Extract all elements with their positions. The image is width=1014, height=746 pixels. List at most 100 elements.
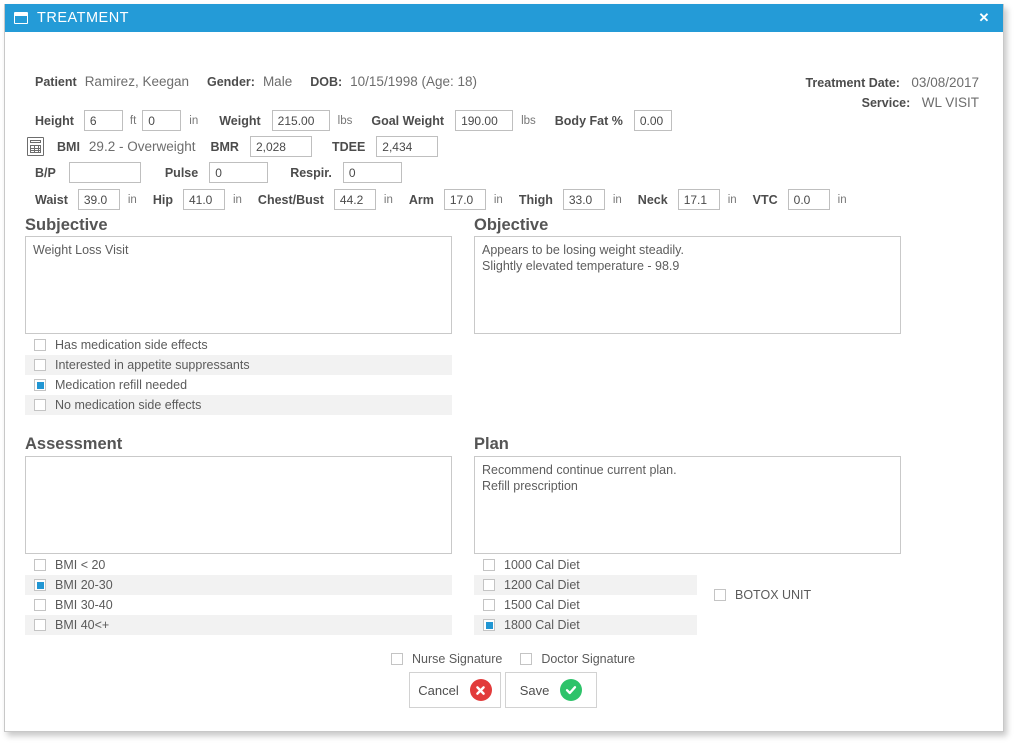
- window-title: TREATMENT: [37, 10, 130, 26]
- measurement-unit: in: [232, 193, 242, 206]
- subjective-option-checkbox[interactable]: [34, 359, 46, 371]
- pulse-label: Pulse: [164, 165, 199, 180]
- treatment-window: TREATMENT ✕ Patient Ramirez, Keegan Gend…: [4, 4, 1004, 732]
- subjective-option-row[interactable]: Medication refill needed: [25, 375, 452, 395]
- plan-option-checkbox[interactable]: [483, 599, 495, 611]
- measurement-input-vtc[interactable]: 0.0: [787, 189, 830, 210]
- measurement-input-arm[interactable]: 17.0: [443, 189, 486, 210]
- measurements-row: Waist 39.0 in Hip 41.0 in Chest/Bust 44.2 in Arm 1…: [35, 189, 847, 210]
- goal-weight-unit: lbs: [521, 114, 536, 127]
- subjective-option-checkbox[interactable]: [34, 399, 46, 411]
- plan-checkbox-list: 1000 Cal Diet 1200 Cal Diet 1500 Cal Diet 1…: [474, 555, 697, 635]
- botox-unit-checkbox[interactable]: [714, 589, 726, 601]
- nurse-signature-label: Nurse Signature: [412, 652, 503, 666]
- doctor-signature-checkbox[interactable]: [520, 653, 533, 665]
- measurement-label-thigh: Thigh: [518, 192, 553, 207]
- botox-unit-checkbox-row[interactable]: BOTOX UNIT: [710, 585, 811, 605]
- assessment-option-label: BMI 40<+: [55, 618, 110, 632]
- measurement-unit: in: [127, 193, 137, 206]
- assessment-option-checkbox[interactable]: [34, 559, 46, 571]
- height-ft-input[interactable]: 6: [83, 110, 123, 131]
- subjective-textarea[interactable]: Weight Loss Visit: [25, 236, 452, 334]
- calculator-icon[interactable]: [27, 137, 44, 156]
- subjective-option-checkbox[interactable]: [34, 379, 46, 391]
- service-value: WL VISIT: [921, 95, 979, 110]
- assessment-option-label: BMI 30-40: [55, 598, 113, 612]
- assessment-option-row[interactable]: BMI 20-30: [25, 575, 452, 595]
- plan-option-row[interactable]: 1800 Cal Diet: [474, 615, 697, 635]
- respir-input[interactable]: 0: [342, 162, 402, 183]
- measurement-input-neck[interactable]: 17.1: [677, 189, 720, 210]
- measurement-label-neck: Neck: [637, 192, 668, 207]
- plan-option-label: 1500 Cal Diet: [504, 598, 580, 612]
- window-icon: [14, 12, 28, 24]
- treatment-date-label: Treatment Date:: [805, 76, 900, 90]
- tdee-input[interactable]: 2,434: [376, 136, 439, 157]
- signature-row: Nurse Signature Doctor Signature: [391, 652, 635, 666]
- nurse-signature-item[interactable]: Nurse Signature: [391, 652, 502, 666]
- vitals-row-2: BMI 29.2 - Overweight BMR 2,028 TDEE 2,4…: [27, 136, 439, 157]
- close-icon[interactable]: ✕: [965, 4, 1003, 32]
- assessment-title: Assessment: [25, 435, 123, 453]
- action-button-row: Cancel Save: [409, 672, 597, 708]
- dob-value: 10/15/1998 (Age: 18): [350, 74, 478, 89]
- goal-weight-label: Goal Weight: [371, 113, 445, 128]
- bmr-input[interactable]: 2,028: [249, 136, 312, 157]
- respir-label: Respir.: [290, 165, 332, 180]
- assessment-option-checkbox[interactable]: [34, 599, 46, 611]
- plan-option-row[interactable]: 1500 Cal Diet: [474, 595, 697, 615]
- plan-option-row[interactable]: 1200 Cal Diet: [474, 575, 697, 595]
- vitals-row-3: B/P Pulse 0 Respir. 0: [35, 162, 402, 183]
- bmr-label: BMR: [210, 139, 239, 154]
- cancel-x-icon: [469, 679, 492, 701]
- assessment-textarea[interactable]: [25, 456, 452, 554]
- service-label: Service:: [861, 96, 911, 110]
- goal-weight-input[interactable]: 190.00: [455, 110, 514, 131]
- body-fat-input[interactable]: 0.00: [633, 110, 672, 131]
- form-content: Patient Ramirez, Keegan Gender: Male DOB…: [5, 32, 1003, 731]
- dob-label: DOB:: [310, 74, 343, 89]
- pulse-input[interactable]: 0: [209, 162, 269, 183]
- measurement-input-waist[interactable]: 39.0: [77, 189, 120, 210]
- assessment-option-row[interactable]: BMI 30-40: [25, 595, 452, 615]
- bmi-value: 29.2 - Overweight: [88, 139, 196, 154]
- objective-textarea[interactable]: Appears to be losing weight steadily. Sl…: [474, 236, 901, 334]
- patient-label: Patient: [35, 74, 77, 89]
- subjective-option-row[interactable]: Has medication side effects: [25, 335, 452, 355]
- save-check-icon: [560, 679, 583, 701]
- nurse-signature-checkbox[interactable]: [391, 653, 403, 665]
- bp-input[interactable]: [68, 162, 141, 183]
- cancel-button[interactable]: Cancel: [409, 672, 501, 708]
- doctor-signature-item[interactable]: Doctor Signature: [520, 652, 635, 666]
- subjective-option-checkbox[interactable]: [34, 339, 46, 351]
- treatment-date-value: 03/08/2017: [911, 75, 979, 90]
- plan-option-row[interactable]: 1000 Cal Diet: [474, 555, 697, 575]
- measurement-unit: in: [612, 193, 622, 206]
- doctor-signature-label: Doctor Signature: [541, 652, 636, 666]
- height-in-unit: in: [189, 114, 199, 127]
- plan-textarea[interactable]: Recommend continue current plan. Refill …: [474, 456, 901, 554]
- treatment-date-row: Treatment Date: 03/08/2017: [805, 73, 979, 93]
- assessment-option-row[interactable]: BMI < 20: [25, 555, 452, 575]
- plan-option-checkbox[interactable]: [483, 579, 495, 591]
- measurement-input-hip[interactable]: 41.0: [182, 189, 225, 210]
- plan-option-checkbox[interactable]: [483, 619, 495, 631]
- height-label: Height: [35, 113, 74, 128]
- assessment-option-label: BMI < 20: [55, 558, 106, 572]
- plan-option-checkbox[interactable]: [483, 559, 495, 571]
- assessment-option-checkbox[interactable]: [34, 579, 46, 591]
- weight-input[interactable]: 215.00: [271, 110, 330, 131]
- measurement-label-waist: Waist: [35, 192, 68, 207]
- save-button[interactable]: Save: [505, 672, 597, 708]
- subjective-option-label: Has medication side effects: [55, 338, 208, 352]
- assessment-option-checkbox[interactable]: [34, 619, 46, 631]
- weight-unit: lbs: [337, 114, 353, 127]
- subjective-option-row[interactable]: Interested in appetite suppressants: [25, 355, 452, 375]
- subjective-option-row[interactable]: No medication side effects: [25, 395, 452, 415]
- measurement-input-thigh[interactable]: 33.0: [562, 189, 605, 210]
- height-in-input[interactable]: 0: [142, 110, 182, 131]
- patient-name: Ramirez, Keegan: [84, 74, 189, 89]
- measurement-unit: in: [493, 193, 503, 206]
- measurement-input-chest-bust[interactable]: 44.2: [333, 189, 376, 210]
- assessment-option-row[interactable]: BMI 40<+: [25, 615, 452, 635]
